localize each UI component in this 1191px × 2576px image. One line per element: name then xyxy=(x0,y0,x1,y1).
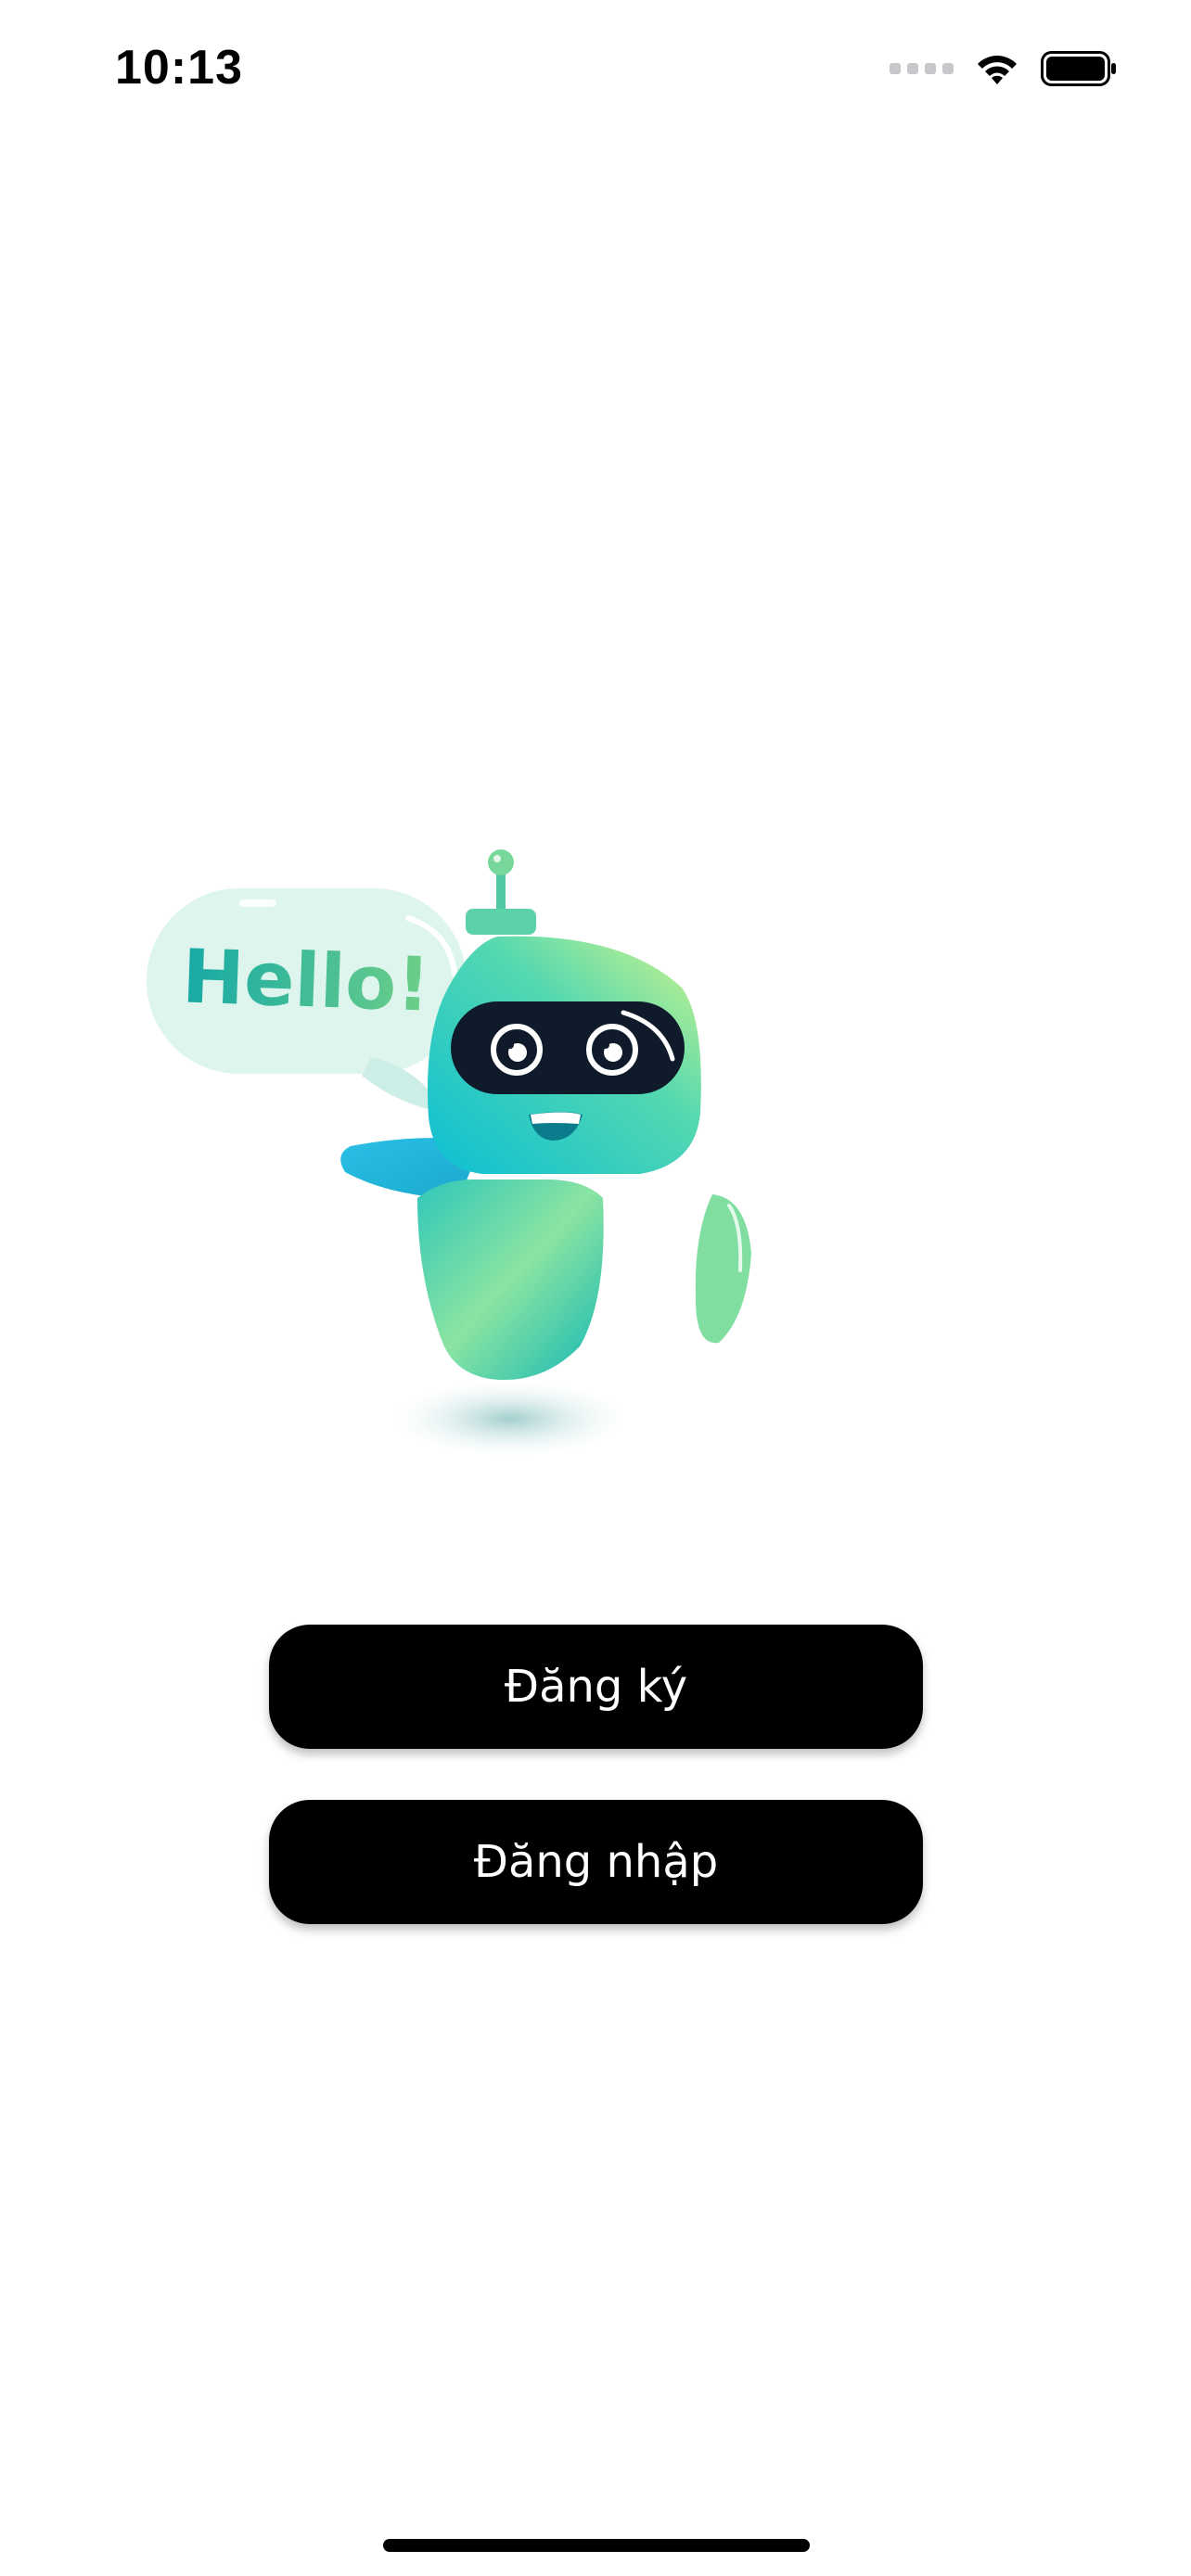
antenna xyxy=(466,849,536,935)
wifi-icon xyxy=(974,51,1020,86)
speech-bubble: Hello! xyxy=(147,888,467,1113)
register-button[interactable]: Đăng ký xyxy=(269,1625,923,1749)
home-indicator[interactable] xyxy=(383,2539,810,2552)
robot-illustration: Hello! xyxy=(139,835,788,1465)
auth-actions: Đăng ký Đăng nhập xyxy=(269,1625,923,1924)
speech-bubble-text: Hello! xyxy=(181,933,432,1027)
battery-icon xyxy=(1041,51,1117,86)
register-button-label: Đăng ký xyxy=(504,1661,688,1713)
status-time: 10:13 xyxy=(115,41,243,95)
status-bar: 10:13 xyxy=(0,0,1191,139)
login-button[interactable]: Đăng nhập xyxy=(269,1800,923,1924)
cellular-signal-icon xyxy=(890,63,954,74)
login-button-label: Đăng nhập xyxy=(473,1836,719,1888)
status-icons xyxy=(890,43,1117,95)
